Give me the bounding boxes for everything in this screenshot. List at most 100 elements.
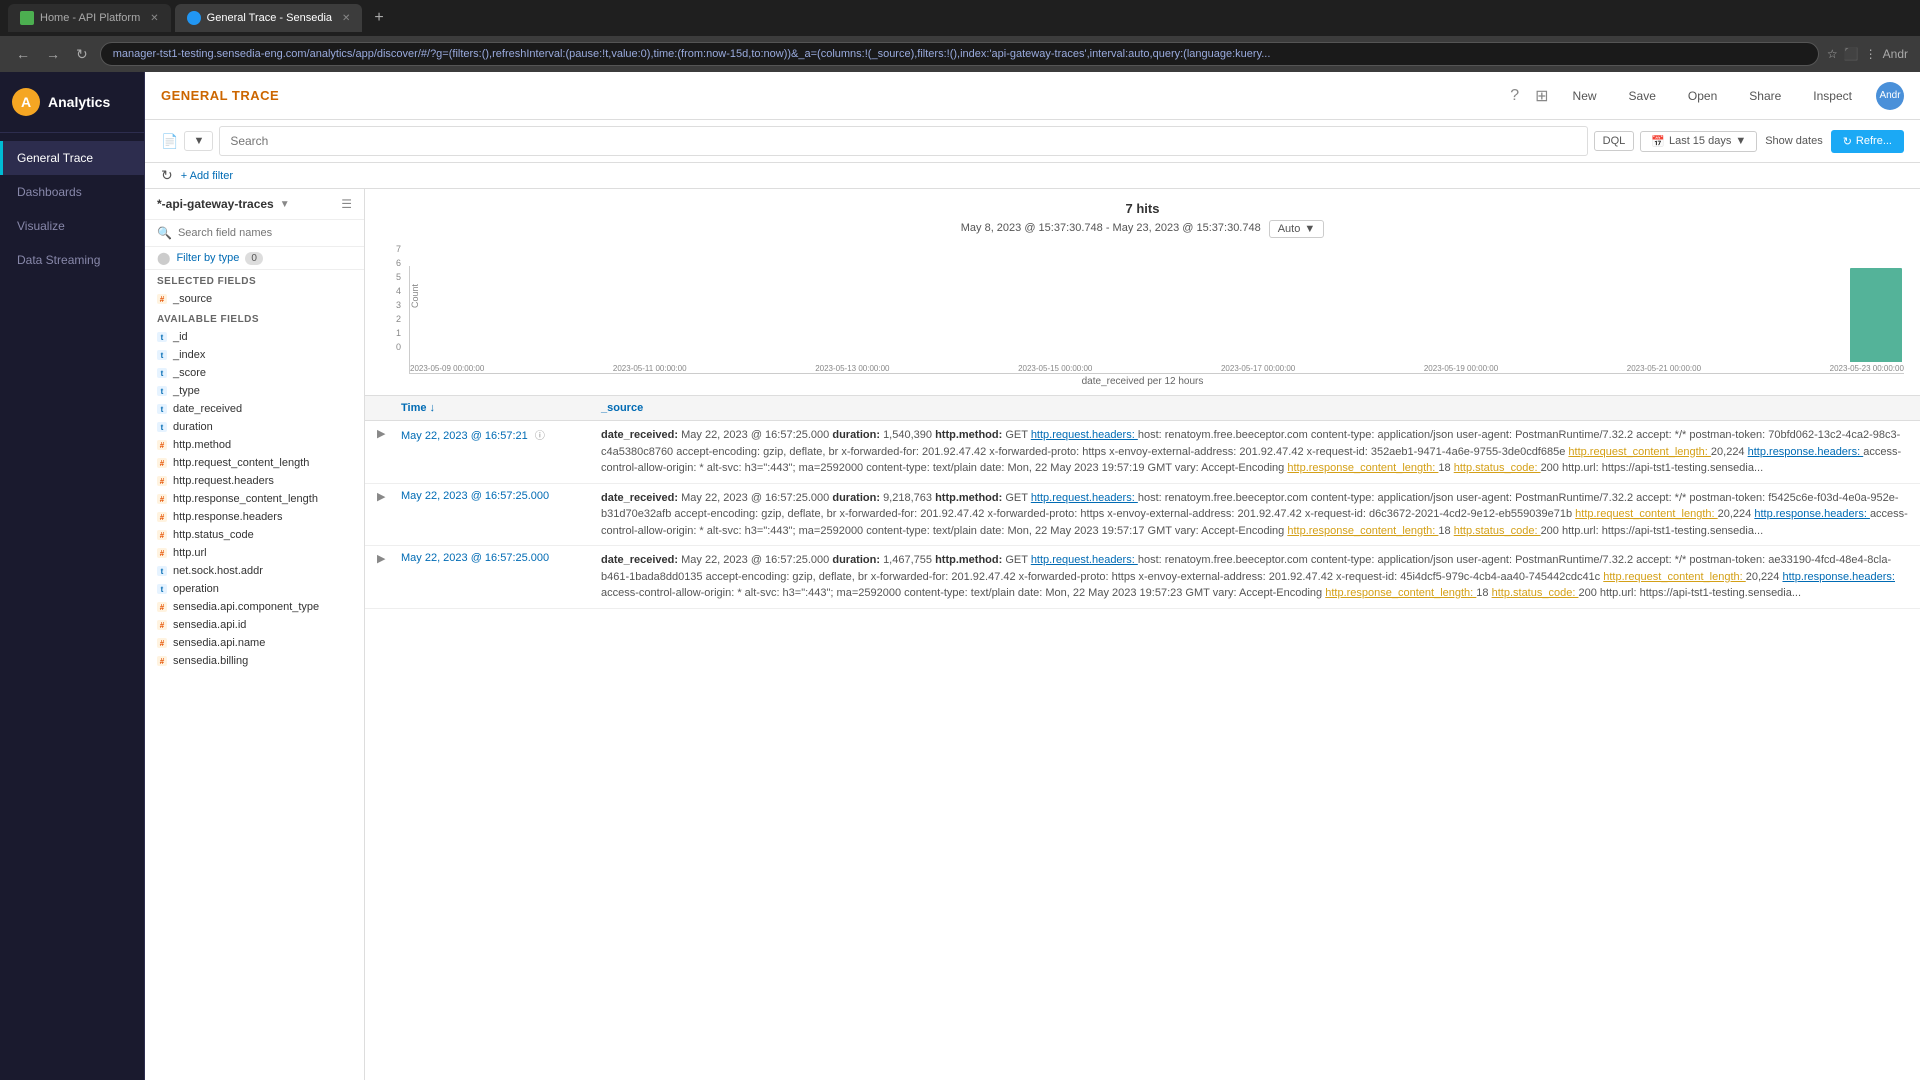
field-billing[interactable]: # sensedia.billing [145, 652, 364, 670]
forward-button[interactable]: → [42, 44, 64, 64]
auto-select-button[interactable]: Auto ▼ [1269, 220, 1325, 238]
field-date-received[interactable]: t date_received [145, 400, 364, 418]
collapse-icon[interactable]: ☰ [341, 197, 352, 211]
search-input[interactable] [230, 134, 1576, 148]
logo-icon: A [12, 88, 40, 116]
y-label-1: 1 [396, 328, 401, 338]
field-index[interactable]: t _index [145, 346, 364, 364]
reload-button[interactable]: ↻ [72, 44, 92, 65]
field-api-id[interactable]: # sensedia.api.id [145, 616, 364, 634]
field-search-input[interactable] [178, 227, 352, 239]
field-resp-len[interactable]: # http.response_content_length [145, 490, 364, 508]
field-duration[interactable]: t duration [145, 418, 364, 436]
tab-trace[interactable]: General Trace - Sensedia ✕ [175, 4, 363, 32]
field-name-id: _id [173, 331, 188, 343]
tab-close-home[interactable]: ✕ [150, 13, 158, 24]
user-label: Andr [1883, 47, 1908, 61]
field-http-url[interactable]: # http.url [145, 544, 364, 562]
filter-by-type[interactable]: ⬤ Filter by type 0 [145, 247, 364, 270]
field-api-name[interactable]: # sensedia.api.name [145, 634, 364, 652]
show-dates-button[interactable]: Show dates [1765, 135, 1822, 147]
field-resp-headers[interactable]: # http.response.headers [145, 508, 364, 526]
x-label-2: 2023-05-13 00:00:00 [815, 364, 889, 373]
filter-by-type-label: Filter by type [176, 252, 239, 264]
sidebar-item-visualize[interactable]: Visualize [0, 209, 144, 243]
open-button[interactable]: Open [1680, 85, 1725, 107]
sidebar-item-general-trace[interactable]: General Trace [0, 141, 144, 175]
field-name-billing: sensedia.billing [173, 655, 248, 667]
doc-icon: 📄 [161, 133, 178, 150]
nav-ext-icon[interactable]: ⬛ [1844, 47, 1859, 61]
new-tab-button[interactable]: + [366, 9, 391, 27]
col-time-header[interactable]: Time ↓ [401, 402, 601, 414]
add-filter-button[interactable]: + Add filter [181, 170, 233, 182]
tab-home[interactable]: Home - API Platform ✕ [8, 4, 171, 32]
field-name-dur: duration [173, 421, 213, 433]
search-bar[interactable] [219, 126, 1587, 156]
field-req-headers[interactable]: # http.request.headers [145, 472, 364, 490]
field-status-code[interactable]: # http.status_code [145, 526, 364, 544]
field-search[interactable]: 🔍 [145, 220, 364, 247]
row-info-icon-0[interactable]: ⓘ [535, 431, 545, 442]
field-type-http-icon: # [157, 440, 167, 450]
field-type-dur-icon: t [157, 422, 167, 432]
save-button[interactable]: Save [1621, 85, 1664, 107]
field-http-method[interactable]: # http.method [145, 436, 364, 454]
chart-header: 7 hits May 8, 2023 @ 15:37:30.748 - May … [381, 201, 1904, 238]
help-icon[interactable]: ? [1510, 87, 1519, 105]
result-source-2: date_received: May 22, 2023 @ 16:57:25.0… [601, 552, 1908, 602]
sidebar-nav: General Trace Dashboards Visualize Data … [0, 133, 144, 285]
nav-menu-icon[interactable]: ⋮ [1865, 47, 1877, 61]
field-score[interactable]: t _score [145, 364, 364, 382]
filter-bar: ↻ + Add filter [145, 163, 1920, 189]
field-name-type: _type [173, 385, 200, 397]
url-bar[interactable]: manager-tst1-testing.sensedia-eng.com/an… [100, 42, 1819, 66]
new-button[interactable]: New [1565, 85, 1605, 107]
sidebar-item-dashboards[interactable]: Dashboards [0, 175, 144, 209]
chart-bars-container: 2023-05-09 00:00:00 2023-05-11 00:00:00 … [409, 266, 1904, 374]
tab-close-trace[interactable]: ✕ [342, 13, 350, 24]
field-id[interactable]: t _id [145, 328, 364, 346]
index-selector[interactable]: *-api-gateway-traces ▼ ☰ [145, 189, 364, 220]
field-req-len[interactable]: # http.request_content_length [145, 454, 364, 472]
chevron-down-auto-icon: ▼ [1304, 223, 1315, 235]
refresh-button[interactable]: ↻ Refre... [1831, 130, 1904, 153]
back-button[interactable]: ← [12, 44, 34, 64]
share-button[interactable]: Share [1741, 85, 1789, 107]
selected-field-source[interactable]: # _source [145, 290, 364, 308]
field-component-type[interactable]: # sensedia.api.component_type [145, 598, 364, 616]
y-label-4: 4 [396, 286, 401, 296]
grid-icon[interactable]: ⊞ [1535, 86, 1548, 106]
sidebar-item-data-streaming[interactable]: Data Streaming [0, 243, 144, 277]
row-expand-2[interactable]: ▶ [377, 552, 401, 565]
field-name-http-method: http.method [173, 439, 231, 451]
date-range-button[interactable]: 📅 Last 15 days ▼ [1640, 131, 1757, 152]
user-avatar[interactable]: Andr [1876, 82, 1904, 110]
chevron-down-icon: ▼ [193, 135, 204, 147]
table-row: ▶ May 22, 2023 @ 16:57:21 ⓘ date_receive… [365, 421, 1920, 484]
row-expand-1[interactable]: ▶ [377, 490, 401, 503]
nav-star-icon[interactable]: ☆ [1827, 47, 1838, 61]
x-label-3: 2023-05-15 00:00:00 [1018, 364, 1092, 373]
y-label-5: 5 [396, 272, 401, 282]
field-name-date: date_received [173, 403, 242, 415]
field-name-index: _index [173, 349, 205, 361]
field-type[interactable]: t _type [145, 382, 364, 400]
left-panel: *-api-gateway-traces ▼ ☰ 🔍 ⬤ Filter by t… [145, 189, 365, 1080]
field-type-type-icon: t [157, 386, 167, 396]
y-label-6: 6 [396, 258, 401, 268]
filter-refresh-icon[interactable]: ↻ [161, 167, 173, 184]
table-row: ▶ May 22, 2023 @ 16:57:25.000 date_recei… [365, 484, 1920, 547]
field-list: Selected fields # _source Available fiel… [145, 270, 364, 1080]
view-dropdown[interactable]: ▼ [184, 131, 213, 151]
field-type-source-icon: # [157, 294, 167, 304]
inspect-button[interactable]: Inspect [1805, 85, 1860, 107]
col-source-header[interactable]: _source [601, 402, 1908, 414]
dql-button[interactable]: DQL [1594, 131, 1635, 151]
field-net-sock[interactable]: t net.sock.host.addr [145, 562, 364, 580]
field-name-req-len: http.request_content_length [173, 457, 309, 469]
field-operation[interactable]: t operation [145, 580, 364, 598]
field-type-url-icon: # [157, 548, 167, 558]
tab-favicon-trace [187, 11, 201, 25]
row-expand-0[interactable]: ▶ [377, 427, 401, 440]
